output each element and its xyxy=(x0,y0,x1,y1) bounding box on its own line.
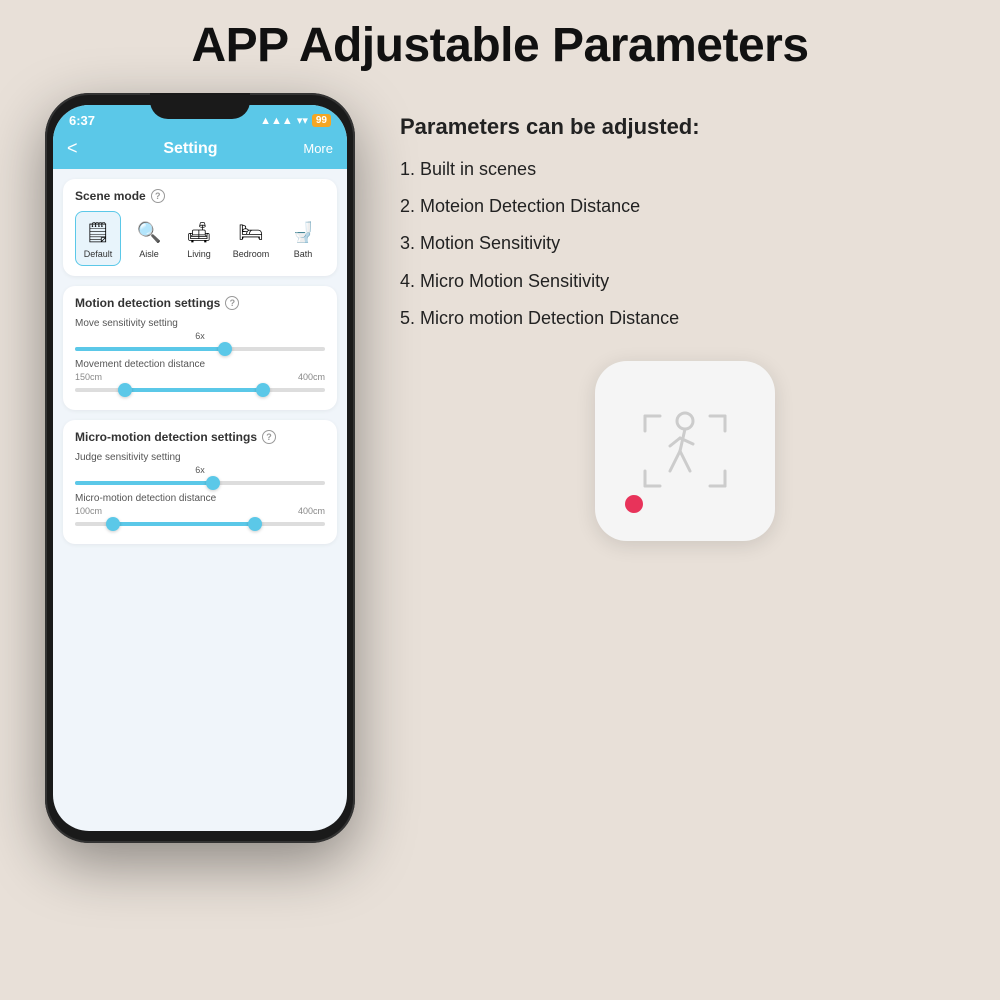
content-area: 6:37 ▲▲▲ ▾▾ 99 < Setting More xyxy=(0,83,1000,843)
device-led xyxy=(625,495,643,513)
living-icon: 🛋 xyxy=(183,218,215,246)
scene-label-bedroom: Bedroom xyxy=(233,249,270,259)
judge-sensitivity-thumb[interactable] xyxy=(206,476,220,490)
default-icon: 🗒 xyxy=(82,218,114,246)
wifi-icon: ▾▾ xyxy=(297,114,308,127)
scene-item-bedroom[interactable]: 🛏 Bedroom xyxy=(227,212,275,265)
move-sensitivity-fill xyxy=(75,347,225,351)
device-box xyxy=(595,361,775,541)
judge-sensitivity-track[interactable] xyxy=(75,481,325,485)
scene-item-bath[interactable]: 🚽 Bath xyxy=(281,212,325,265)
phone-notch xyxy=(150,93,250,119)
scene-item-aisle[interactable]: 🔍 Aisle xyxy=(127,212,171,265)
bath-icon: 🚽 xyxy=(287,218,319,246)
scene-mode-card: Scene mode ? 🗒 Default 🔍 Aisle xyxy=(63,179,337,276)
micro-right-thumb[interactable] xyxy=(248,517,262,531)
judge-sensitivity-label: Judge sensitivity setting xyxy=(75,452,325,463)
micro-motion-card: Micro-motion detection settings ? Judge … xyxy=(63,420,337,544)
param-item-3: 3. Motion Sensitivity xyxy=(400,232,970,255)
judge-sensitivity-fill xyxy=(75,481,213,485)
motion-detection-card: Motion detection settings ? Move sensiti… xyxy=(63,286,337,410)
micro-distance-slider[interactable]: Micro-motion detection distance 100cm 40… xyxy=(75,493,325,526)
movement-distance-track[interactable] xyxy=(75,388,325,392)
status-icons: ▲▲▲ ▾▾ 99 xyxy=(260,114,331,127)
more-button[interactable]: More xyxy=(303,141,333,156)
movement-right-label: 400cm xyxy=(298,372,325,382)
micro-section-title: Micro-motion detection settings ? xyxy=(75,430,325,444)
scene-label-aisle: Aisle xyxy=(139,249,159,259)
move-sensitivity-slider[interactable]: Move sensitivity setting 6x xyxy=(75,318,325,351)
param-item-4: 4. Micro Motion Sensitivity xyxy=(400,270,970,293)
params-intro: Parameters can be adjusted: xyxy=(400,113,970,142)
params-list: 1. Built in scenes 2. Moteion Detection … xyxy=(400,158,970,331)
phone-mockup: 6:37 ▲▲▲ ▾▾ 99 < Setting More xyxy=(30,93,370,843)
nav-title: Setting xyxy=(163,140,217,158)
micro-left-thumb[interactable] xyxy=(106,517,120,531)
page-title: APP Adjustable Parameters xyxy=(0,0,1000,83)
move-sensitivity-label: Move sensitivity setting xyxy=(75,318,325,329)
micro-left-label: 100cm xyxy=(75,506,102,516)
device-container xyxy=(400,361,970,541)
motion-help-icon[interactable]: ? xyxy=(225,296,239,310)
movement-distance-label: Movement detection distance xyxy=(75,359,325,370)
micro-help-icon[interactable]: ? xyxy=(262,430,276,444)
move-sensitivity-track[interactable] xyxy=(75,347,325,351)
micro-range-labels: 100cm 400cm xyxy=(75,506,325,516)
scene-item-living[interactable]: 🛋 Living xyxy=(177,212,221,265)
movement-right-thumb[interactable] xyxy=(256,383,270,397)
right-panel: Parameters can be adjusted: 1. Built in … xyxy=(400,93,970,541)
scene-mode-title: Scene mode ? xyxy=(75,189,325,203)
micro-distance-label: Micro-motion detection distance xyxy=(75,493,325,504)
phone-shell: 6:37 ▲▲▲ ▾▾ 99 < Setting More xyxy=(45,93,355,843)
move-sensitivity-value: 6x xyxy=(75,331,325,341)
signal-icon: ▲▲▲ xyxy=(260,115,293,127)
move-sensitivity-thumb[interactable] xyxy=(218,342,232,356)
movement-left-thumb[interactable] xyxy=(118,383,132,397)
nav-bar: < Setting More xyxy=(53,132,347,169)
app-content: Scene mode ? 🗒 Default 🔍 Aisle xyxy=(53,169,347,823)
back-button[interactable]: < xyxy=(67,138,78,159)
movement-range-labels: 150cm 400cm xyxy=(75,372,325,382)
judge-sensitivity-value: 6x xyxy=(75,465,325,475)
phone-screen: 6:37 ▲▲▲ ▾▾ 99 < Setting More xyxy=(53,105,347,831)
movement-distance-fill xyxy=(125,388,263,392)
battery-badge: 99 xyxy=(312,114,331,127)
bedroom-icon: 🛏 xyxy=(235,218,267,246)
scene-help-icon[interactable]: ? xyxy=(151,189,165,203)
param-item-2: 2. Moteion Detection Distance xyxy=(400,195,970,218)
scene-icons-row: 🗒 Default 🔍 Aisle 🛋 Living xyxy=(75,211,325,266)
micro-distance-fill xyxy=(113,522,256,526)
micro-right-label: 400cm xyxy=(298,506,325,516)
micro-distance-track[interactable] xyxy=(75,522,325,526)
judge-sensitivity-slider[interactable]: Judge sensitivity setting 6x xyxy=(75,452,325,485)
aisle-icon: 🔍 xyxy=(133,218,165,246)
movement-left-label: 150cm xyxy=(75,372,102,382)
motion-sensor-icon xyxy=(635,406,735,496)
param-item-5: 5. Micro motion Detection Distance xyxy=(400,307,970,330)
status-time: 6:37 xyxy=(69,113,95,128)
scene-label-default: Default xyxy=(84,249,113,259)
scene-label-bath: Bath xyxy=(294,249,313,259)
param-item-1: 1. Built in scenes xyxy=(400,158,970,181)
movement-distance-slider[interactable]: Movement detection distance 150cm 400cm xyxy=(75,359,325,392)
motion-section-title: Motion detection settings ? xyxy=(75,296,325,310)
scene-label-living: Living xyxy=(187,249,211,259)
scene-item-default[interactable]: 🗒 Default xyxy=(75,211,121,266)
